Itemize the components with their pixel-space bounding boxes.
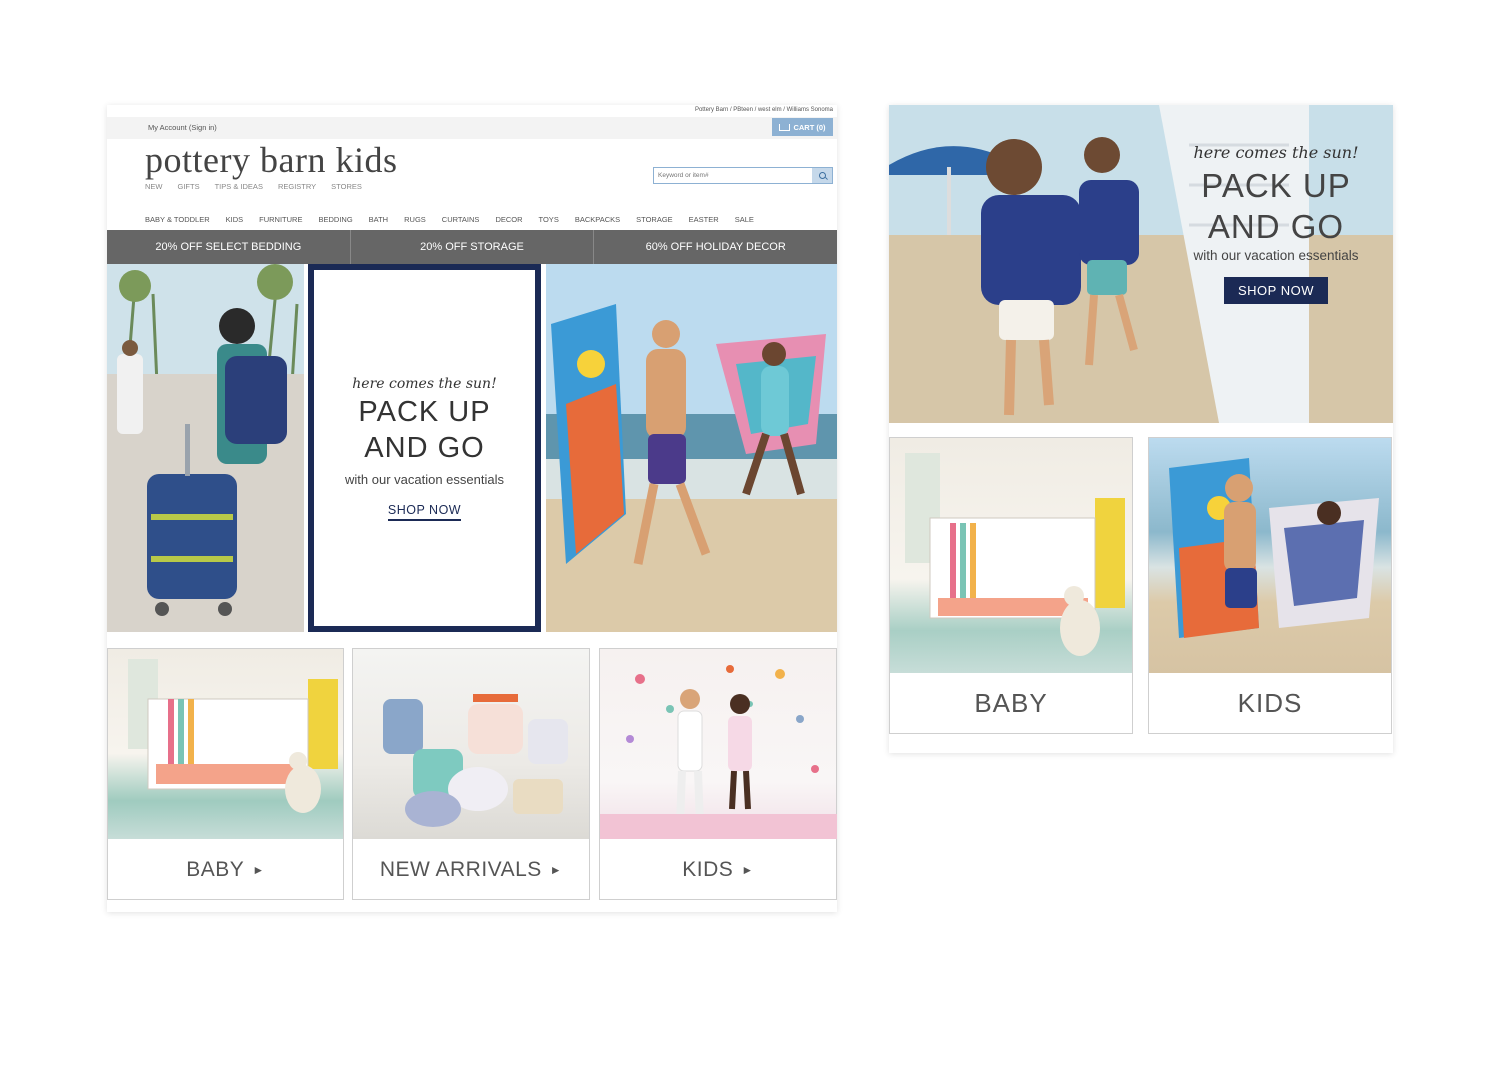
nav-item[interactable]: STORAGE [636,215,673,224]
subnav-item[interactable]: REGISTRY [278,182,316,191]
tile-photo-beach [1149,438,1391,673]
nav-item[interactable]: SALE [735,215,754,224]
desktop-mockup: Pottery Barn / PBteen / west elm / Willi… [107,105,837,912]
nav-item[interactable]: BEDDING [318,215,352,224]
nav-item[interactable]: KIDS [226,215,244,224]
nav-item[interactable]: BABY & TODDLER [145,215,210,224]
tile-photo-storage [353,649,589,839]
utility-links[interactable]: Pottery Barn / PBteen / west elm / Willi… [695,107,833,113]
sub-nav: NEW GIFTS TIPS & IDEAS REGISTRY STORES [145,182,362,191]
tile-photo-confetti [600,649,837,839]
nav-item[interactable]: BATH [369,215,388,224]
tile-label-text: KIDS [682,858,734,881]
hero-title-line2: AND GO [364,432,485,464]
search-icon [818,172,826,179]
mobile-mockup: here comes the sun! PACK UP AND GO with … [889,105,1393,753]
nav-item[interactable]: CURTAINS [442,215,480,224]
cart-button[interactable]: CART (0) [772,118,833,136]
tile-photo-nursery [890,438,1132,673]
nav-item[interactable]: BACKPACKS [575,215,620,224]
tile-label-text: BABY [186,858,245,881]
tile-photo-art [600,665,837,839]
hero-subtitle: with our vacation essentials [345,472,504,487]
promo-bar: 20% OFF SELECT BEDDING 20% OFF STORAGE 6… [107,230,837,264]
hero-photo-art [107,264,304,632]
category-tile-kids[interactable]: KIDS ► [599,648,837,900]
tile-photo-nursery [108,649,343,839]
hero-photo-backpack[interactable] [107,264,304,632]
mobile-tile-kids[interactable]: KIDS [1148,437,1392,734]
mobile-tile-baby[interactable]: BABY [889,437,1133,734]
shop-now-button[interactable]: SHOP NOW [1224,277,1328,304]
subnav-item[interactable]: NEW [145,182,163,191]
hero-title-line1: PACK UP [358,396,491,428]
tile-label: BABY [974,687,1048,718]
cart-icon [779,123,791,131]
hero-photo-beach[interactable] [546,264,837,632]
account-bar: My Account (Sign in) CART (0) [107,117,837,139]
chevron-right-icon: ► [741,863,754,877]
category-tile-baby[interactable]: BABY ► [107,648,344,900]
chevron-right-icon: ► [252,863,265,877]
nav-item[interactable]: TOYS [539,215,559,224]
search-box [653,167,833,184]
hero-title-line1: PACK UP [1201,167,1351,204]
subnav-item[interactable]: STORES [331,182,362,191]
hero-script: here comes the sun! [1193,143,1359,162]
hero-title-line2: AND GO [1207,208,1345,245]
tile-photo-art [383,694,568,827]
cart-label: CART (0) [793,122,826,132]
logo[interactable]: pottery barn kids [145,139,397,181]
nav-item[interactable]: EASTER [689,215,719,224]
main-nav: BABY & TODDLER KIDS FURNITURE BEDDING BA… [145,215,754,224]
nav-item[interactable]: RUGS [404,215,426,224]
search-button[interactable] [812,168,832,183]
hero-subtitle: with our vacation essentials [1193,248,1359,263]
subnav-item[interactable]: TIPS & IDEAS [215,182,263,191]
tile-label: KIDS ► [600,839,836,901]
category-tile-new-arrivals[interactable]: NEW ARRIVALS ► [352,648,590,900]
promo-link[interactable]: 20% OFF SELECT BEDDING [107,230,351,264]
promo-link[interactable]: 20% OFF STORAGE [351,230,595,264]
account-link[interactable]: My Account (Sign in) [148,123,217,132]
tile-photo-art [905,453,1125,656]
hero-promo-panel: here comes the sun! PACK UP AND GO with … [308,264,541,632]
tile-label: BABY ► [108,839,343,901]
subnav-item[interactable]: GIFTS [178,182,200,191]
tile-photo-art [128,659,338,813]
tile-label: KIDS [1237,687,1303,718]
tile-photo-art [1169,458,1379,638]
tile-label-text: NEW ARRIVALS [379,858,542,881]
hero-photo-art [546,264,837,632]
tile-label: NEW ARRIVALS ► [353,839,589,901]
chevron-right-icon: ► [549,863,563,877]
shop-now-link[interactable]: SHOP NOW [387,503,462,521]
nav-item[interactable]: DECOR [495,215,522,224]
search-input[interactable] [654,168,812,183]
promo-link[interactable]: 60% OFF HOLIDAY DECOR [594,230,837,264]
nav-item[interactable]: FURNITURE [259,215,302,224]
mobile-hero-text: here comes the sun! PACK UP AND GO with … [1173,143,1379,304]
mobile-hero[interactable]: here comes the sun! PACK UP AND GO with … [889,105,1393,423]
hero-script: here comes the sun! [352,376,497,392]
